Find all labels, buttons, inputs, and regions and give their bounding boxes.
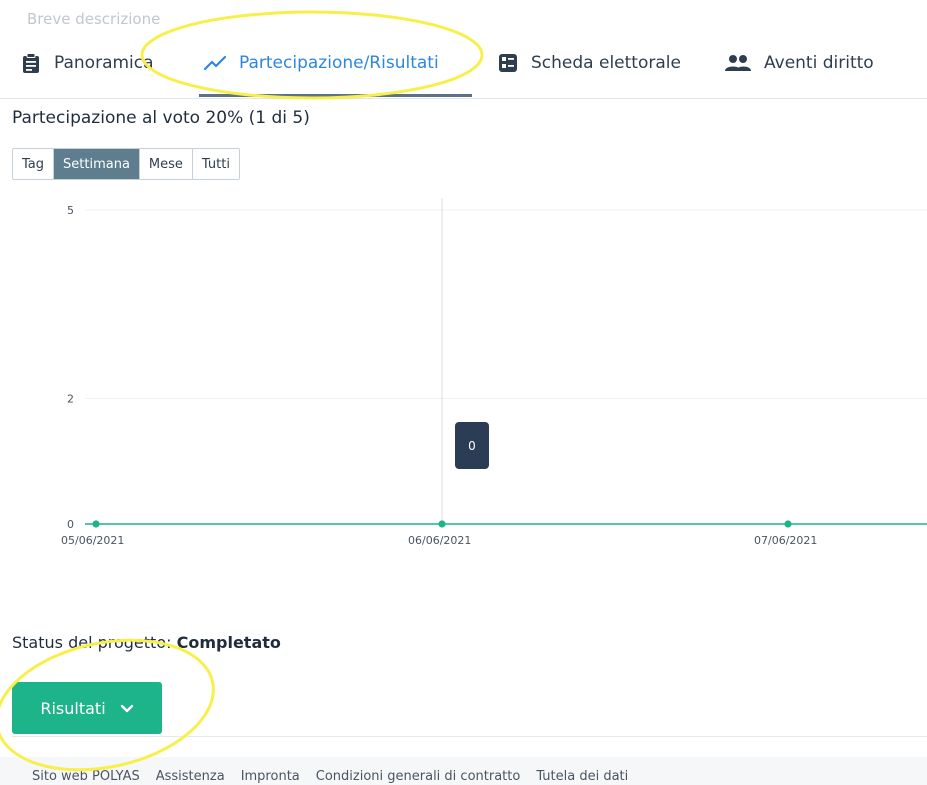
chevron-down-icon — [120, 699, 134, 718]
time-range-selector: Tag Settimana Mese Tutti — [12, 148, 240, 180]
status-label: Status del progetto: — [12, 633, 172, 652]
clipboard-icon — [20, 52, 42, 74]
tooltip-value: 0 — [468, 439, 476, 453]
status-value: Completato — [176, 633, 281, 652]
project-status: Status del progetto: Completato — [12, 633, 281, 652]
tab-label: Aventi diritto — [764, 53, 874, 73]
x-tick-label: 05/06/2021 — [61, 534, 124, 547]
range-settimana-button[interactable]: Settimana — [54, 149, 140, 179]
participation-chart: 0 2 5 05/06/2021 06/06/2021 07/06/2021 0 — [61, 198, 927, 547]
footer-link-impronta[interactable]: Impronta — [241, 769, 300, 784]
footer-link-tutela[interactable]: Tutela dei dati — [536, 769, 628, 784]
y-tick-label: 5 — [67, 204, 74, 217]
y-tick-label: 0 — [67, 518, 74, 531]
ballot-icon — [497, 52, 519, 74]
trend-line-icon — [203, 52, 227, 74]
footer-links: Sito web POLYAS Assistenza Impronta Cond… — [32, 769, 628, 784]
faded-description: Breve descrizione — [27, 10, 161, 28]
footer-link-condizioni[interactable]: Condizioni generali di contratto — [316, 769, 521, 784]
tab-panoramica[interactable]: Panoramica — [20, 50, 154, 76]
data-point — [784, 520, 792, 528]
range-mese-button[interactable]: Mese — [139, 149, 193, 179]
x-tick-label: 07/06/2021 — [754, 534, 817, 547]
tab-bar: Panoramica Partecipazione/Risultati Sche… — [0, 38, 927, 99]
data-point — [92, 520, 100, 528]
chart-tooltip: 0 — [455, 422, 489, 469]
risultati-dropdown-button[interactable]: Risultati — [12, 682, 162, 734]
data-point — [438, 520, 446, 528]
y-tick-label: 2 — [67, 392, 74, 405]
footer: Sito web POLYAS Assistenza Impronta Cond… — [0, 757, 927, 785]
x-tick-label: 06/06/2021 — [408, 534, 471, 547]
tab-partecipazione-risultati[interactable]: Partecipazione/Risultati — [203, 50, 439, 76]
range-tag-button[interactable]: Tag — [13, 149, 55, 179]
chart-x-axis: 05/06/2021 06/06/2021 07/06/2021 — [61, 534, 817, 547]
footer-link-polyas[interactable]: Sito web POLYAS — [32, 769, 140, 784]
footer-divider — [12, 736, 927, 737]
results-button-label: Risultati — [40, 698, 106, 718]
tab-aventi-diritto[interactable]: Aventi diritto — [724, 50, 874, 76]
range-tutti-button[interactable]: Tutti — [192, 149, 239, 179]
tab-label: Panoramica — [54, 53, 154, 73]
chart-gridlines — [85, 209, 927, 525]
footer-link-assistenza[interactable]: Assistenza — [156, 769, 225, 784]
tab-label: Partecipazione/Risultati — [239, 53, 439, 73]
chart-series — [85, 520, 927, 528]
people-icon — [724, 52, 752, 74]
tab-label: Scheda elettorale — [531, 53, 681, 73]
chart-y-axis: 0 2 5 — [67, 204, 74, 531]
participation-title: Partecipazione al voto 20% (1 di 5) — [12, 108, 310, 128]
active-tab-indicator — [199, 94, 472, 97]
tab-scheda-elettorale[interactable]: Scheda elettorale — [497, 50, 681, 76]
